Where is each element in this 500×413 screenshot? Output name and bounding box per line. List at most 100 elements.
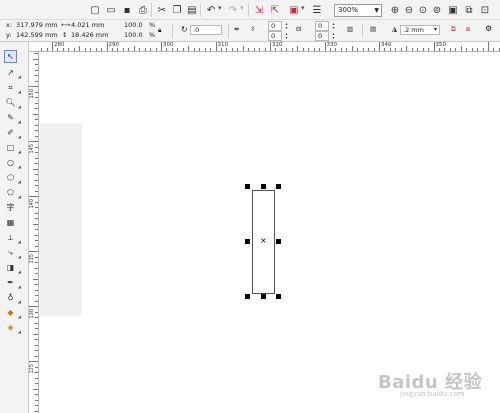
outline-width-select[interactable]: .2 mm ▾ <box>400 25 440 35</box>
interactive-fill-tool-icon[interactable]: ◈ ◢ <box>4 321 21 334</box>
corner-top-right-spinner[interactable]: ▴ ▾ <box>331 22 336 31</box>
ruler-tick <box>35 262 38 263</box>
basic-shapes-tool-icon[interactable]: ⬠ ◢ <box>4 186 21 199</box>
convert-to-curves-icon[interactable]: ⚙ <box>485 24 492 33</box>
ruler-tick <box>389 48 391 51</box>
ruler-tick <box>29 251 38 252</box>
app-launcher-dropdown-icon[interactable]: ▾ <box>301 4 305 12</box>
pick-tool-icon[interactable]: ↖ <box>4 50 17 63</box>
publish-pdf-icon[interactable]: ▣ <box>287 3 301 17</box>
ruler-tick <box>35 218 38 219</box>
mirror-horizontal-icon[interactable]: ⇹ <box>234 25 239 34</box>
zoom-level-select[interactable]: 300% ▼ <box>334 4 382 17</box>
ruler-tick <box>357 48 359 51</box>
ruler-tick <box>182 48 184 51</box>
resize-handle-right[interactable] <box>276 239 281 244</box>
corner-bottom-right-spinner[interactable]: ▴ ▾ <box>331 32 336 41</box>
eyedropper-tool-icon[interactable]: ✒ ◢ <box>4 276 21 289</box>
horizontal-ruler[interactable]: 280 290 300 310 320 330 340 350 <box>29 42 500 52</box>
cut-icon[interactable]: ✂ <box>155 3 169 17</box>
ruler-tick <box>84 48 86 51</box>
ruler-tick <box>35 124 38 126</box>
corner-top-right-field[interactable]: 0 <box>315 21 329 31</box>
lock-corners-icon[interactable]: ⊟ <box>296 25 301 34</box>
ruler-tick <box>493 48 495 51</box>
corner-top-left-spinner[interactable]: ▴ ▾ <box>284 22 289 31</box>
save-icon[interactable]: ▪ <box>120 3 134 17</box>
ruler-tick <box>373 48 375 51</box>
ruler-tick <box>35 273 38 274</box>
print-icon[interactable]: ⎙ <box>136 3 150 17</box>
paste-icon[interactable]: ▤ <box>185 3 199 17</box>
resize-handle-left[interactable] <box>245 239 250 244</box>
vertical-ruler[interactable]: 150 145 140 135 130 125 <box>29 52 39 413</box>
ruler-tick <box>433 42 435 51</box>
ruler-label: 320 <box>272 42 283 48</box>
height-icon: ↕ <box>62 31 68 39</box>
x-position-field[interactable]: 317.979 mm <box>16 21 58 30</box>
connector-tool-icon[interactable]: ⤷ ◢ <box>4 246 21 260</box>
corner-bottom-left-field[interactable]: 0 <box>268 31 282 41</box>
rectangle-tool-icon[interactable]: □ ◢ <box>4 141 21 154</box>
zoom-all-objects-icon[interactable]: ⊚ <box>430 3 444 17</box>
height-field[interactable]: 18.426 mm <box>71 31 108 40</box>
ellipse-tool-icon[interactable]: ○ ◢ <box>4 156 21 169</box>
ruler-tick <box>417 48 419 51</box>
resize-handle-top-left[interactable] <box>245 184 250 189</box>
resize-handle-top-right[interactable] <box>276 184 281 189</box>
zoom-width-icon[interactable]: ⧉ <box>462 3 476 17</box>
zoom-selected-icon[interactable]: ⊙ <box>416 3 430 17</box>
mirror-vertical-icon[interactable]: ⇳ <box>250 25 255 34</box>
interactive-effects-tool-icon[interactable]: ◨ ◢ <box>4 261 21 274</box>
resize-handle-bottom[interactable] <box>261 294 266 299</box>
resize-handle-bottom-right[interactable] <box>276 294 281 299</box>
copy-icon[interactable]: ❐ <box>170 3 184 17</box>
scale-corners-icon[interactable]: ▥ <box>347 25 353 34</box>
y-position-field[interactable]: 142.599 mm <box>16 31 58 40</box>
welcome-screen-icon[interactable]: ☰ <box>310 3 324 17</box>
resize-handle-top[interactable] <box>261 184 266 189</box>
new-document-icon[interactable]: ▢ <box>88 3 102 17</box>
redo-dropdown-icon[interactable]: ▾ <box>240 4 244 12</box>
redo-icon[interactable]: ↷ <box>226 3 240 17</box>
ruler-tick <box>368 48 370 51</box>
wrap-text-icon[interactable]: ▤ <box>370 25 376 34</box>
scale-x-field[interactable]: 100.0 <box>124 21 143 30</box>
to-front-icon[interactable]: ⧉ <box>451 25 456 34</box>
scale-y-field[interactable]: 100.0 <box>124 31 143 40</box>
resize-handle-bottom-left[interactable] <box>245 294 250 299</box>
zoom-page-icon[interactable]: ▣ <box>446 3 460 17</box>
table-tool-icon[interactable]: ▦ <box>4 216 17 229</box>
ruler-tick <box>35 229 38 230</box>
shape-tool-icon[interactable]: ↗ ◢ <box>4 66 21 79</box>
export-icon[interactable]: ⇱ <box>268 3 282 17</box>
ruler-tick <box>166 48 168 51</box>
lock-ratio-icon[interactable]: 🔒︎ <box>158 26 161 35</box>
freehand-tool-icon[interactable]: ✎ ◢ <box>4 111 21 124</box>
corner-top-left-field[interactable]: 0 <box>268 21 282 31</box>
width-field[interactable]: 4.021 mm <box>71 21 104 30</box>
smart-fill-tool-icon[interactable]: ✐ ◢ <box>4 126 21 139</box>
crop-tool-icon[interactable]: ⌗ ◢ <box>4 81 21 95</box>
fill-tool-icon[interactable]: ◆ ◢ <box>4 306 21 319</box>
text-tool-icon[interactable]: 字 <box>4 201 17 214</box>
ruler-tick <box>444 48 446 51</box>
undo-dropdown-icon[interactable]: ▾ <box>218 4 222 12</box>
zoom-out-icon[interactable]: ⊖ <box>402 3 416 17</box>
rotation-angle-field[interactable]: .0 <box>190 25 222 35</box>
corner-bottom-left-spinner[interactable]: ▴ ▾ <box>284 32 289 41</box>
center-marker-icon[interactable]: × <box>260 237 267 245</box>
ruler-tick <box>35 64 38 65</box>
polygon-tool-icon[interactable]: ⬡ ◢ <box>4 171 21 184</box>
undo-icon[interactable]: ↶ <box>204 3 218 17</box>
zoom-in-icon[interactable]: ⊕ <box>388 3 402 17</box>
to-back-icon[interactable]: ⧈ <box>466 25 470 34</box>
ruler-tick <box>242 46 244 51</box>
import-icon[interactable]: ⇲ <box>252 3 266 17</box>
zoom-height-icon[interactable]: ⊡ <box>478 3 492 17</box>
parallel-dimension-tool-icon[interactable]: ⟂ ◢ <box>4 231 21 245</box>
open-folder-icon[interactable]: ▭ <box>104 3 118 17</box>
zoom-tool-icon[interactable]: 🔍︎ ◢ <box>4 96 21 109</box>
outline-tool-icon[interactable]: ♁ ◢ <box>4 291 21 304</box>
corner-bottom-right-field[interactable]: 0 <box>315 31 329 41</box>
